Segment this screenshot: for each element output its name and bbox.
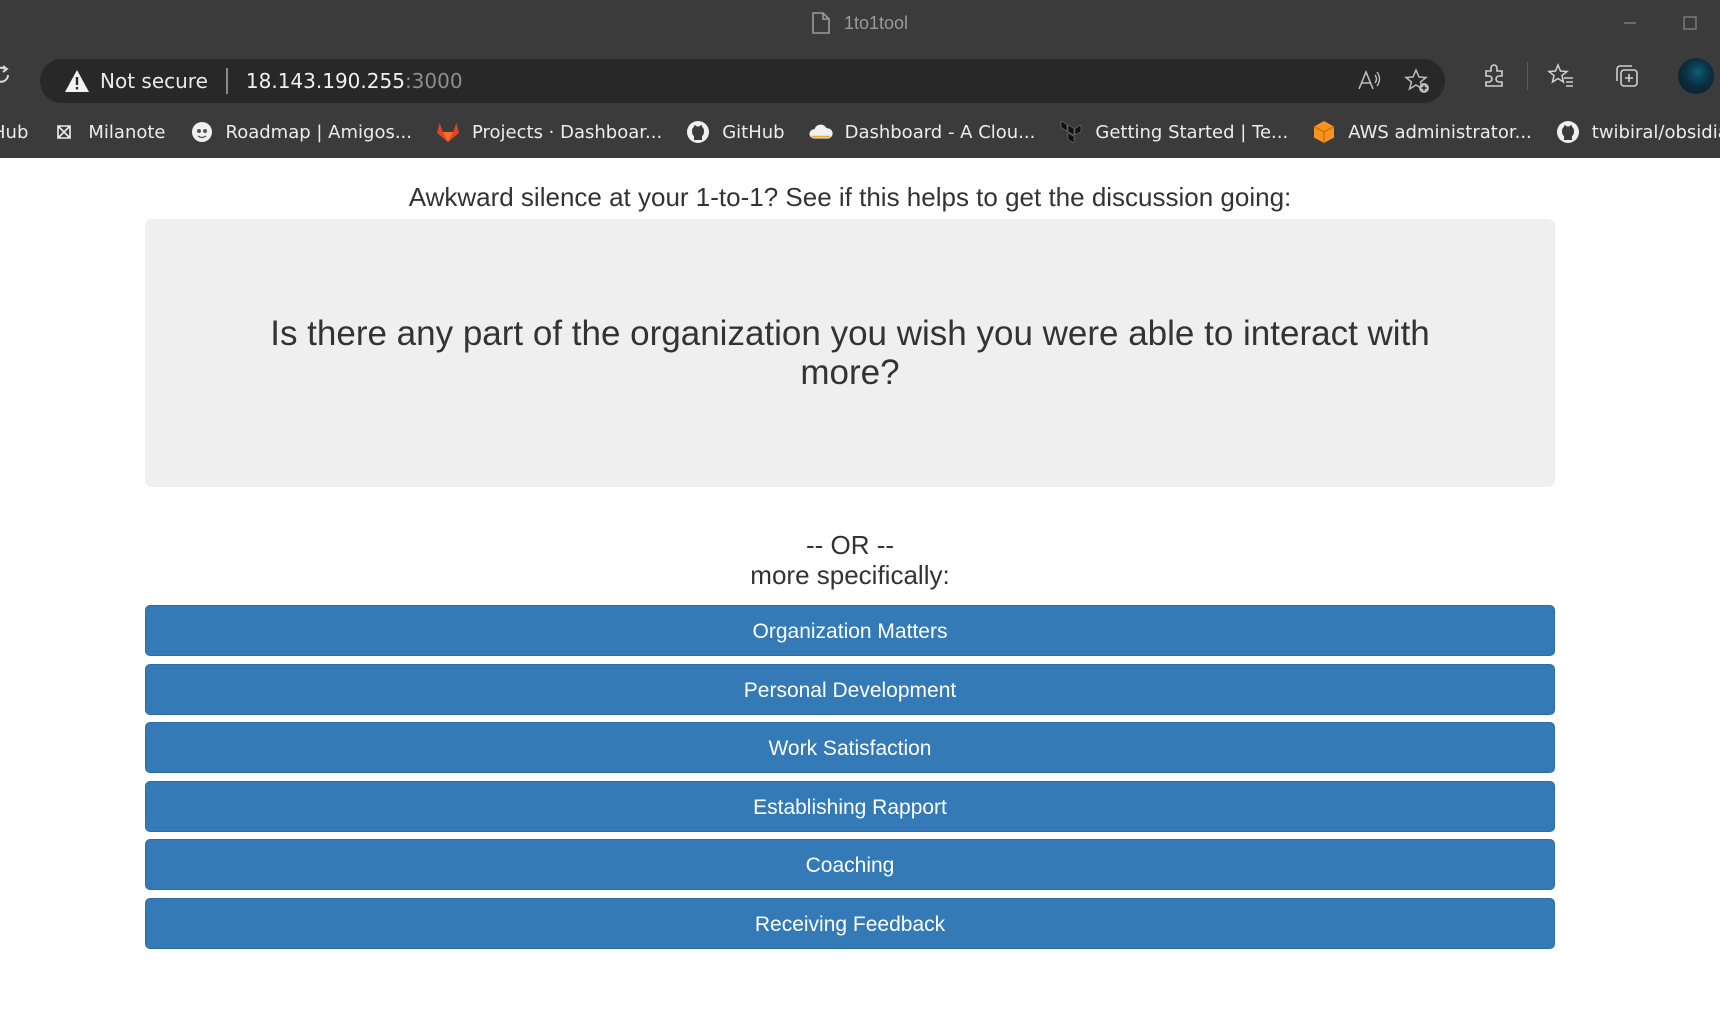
read-aloud-icon[interactable]	[1355, 67, 1383, 95]
bookmark-label: Dashboard - A Clou...	[844, 121, 1036, 143]
address-bar[interactable]: Not secure 18.143.190.255:3000	[40, 59, 1445, 103]
bookmark-gitlab-projects[interactable]: Projects · Dashboar...	[436, 120, 662, 144]
collections-button[interactable]	[1594, 62, 1660, 90]
security-label[interactable]: Not secure	[100, 69, 208, 93]
maximize-icon	[1683, 16, 1697, 30]
or-divider: -- OR -- more specifically:	[145, 530, 1555, 590]
extensions-button[interactable]	[1461, 62, 1527, 90]
browser-toolbar: Not secure 18.143.190.255:3000	[0, 46, 1720, 106]
minimize-icon	[1624, 22, 1636, 24]
category-button-organization-matters[interactable]: Organization Matters	[145, 605, 1555, 656]
page-content: Awkward silence at your 1-to-1? See if t…	[0, 158, 1720, 1021]
warning-icon[interactable]	[64, 69, 90, 93]
question-card: Is there any part of the organization yo…	[145, 219, 1555, 487]
profile-avatar[interactable]	[1678, 58, 1714, 94]
bookmark-label: Getting Started | Te...	[1095, 121, 1289, 143]
maximize-button[interactable]	[1660, 16, 1720, 30]
bookmark-label: AWS administrator...	[1348, 121, 1532, 143]
bookmark-hub[interactable]: Hub	[0, 122, 28, 143]
window-titlebar: 1to1tool	[0, 0, 1720, 46]
bookmark-github[interactable]: GitHub	[686, 120, 785, 144]
window-controls	[1600, 0, 1720, 46]
collections-icon	[1616, 65, 1638, 87]
github-icon	[1556, 120, 1580, 144]
url-host[interactable]: 18.143.190.255	[246, 69, 405, 93]
bookmarks-bar: Hub Milanote Roadmap | Amigos... Project…	[0, 106, 1720, 158]
category-list: Organization Matters Personal Developmen…	[145, 605, 1555, 957]
favorites-button[interactable]	[1528, 62, 1594, 90]
document-icon	[812, 12, 830, 34]
bookmark-aws[interactable]: AWS administrator...	[1312, 120, 1532, 144]
bookmark-label: Projects · Dashboar...	[472, 121, 663, 143]
toolbar-right	[1461, 46, 1720, 106]
intro-text: Awkward silence at your 1-to-1? See if t…	[408, 182, 1292, 212]
gitlab-icon	[436, 120, 460, 144]
terraform-icon	[1059, 120, 1083, 144]
specific-line: more specifically:	[750, 560, 950, 590]
amigos-icon	[190, 120, 214, 144]
github-icon	[686, 120, 710, 144]
or-line: -- OR --	[805, 530, 895, 560]
cloud-icon	[809, 120, 833, 144]
bookmark-label: Hub	[0, 121, 29, 143]
bookmark-label: twibiral/obsidian-ex...	[1591, 121, 1720, 143]
bookmark-label: Roadmap | Amigos...	[225, 121, 413, 143]
bookmark-label: GitHub	[722, 121, 785, 143]
address-separator	[225, 68, 228, 94]
question-text: Is there any part of the organization yo…	[270, 314, 1430, 392]
bookmark-roadmap-amigos[interactable]: Roadmap | Amigos...	[190, 120, 413, 144]
bookmark-milanote[interactable]: Milanote	[52, 120, 166, 144]
aws-icon	[1312, 120, 1336, 144]
minimize-button[interactable]	[1600, 16, 1660, 30]
favorites-icon	[1547, 63, 1573, 87]
add-favorite-icon[interactable]	[1403, 67, 1431, 95]
bookmark-terraform[interactable]: Getting Started | Te...	[1059, 120, 1288, 144]
milanote-icon	[52, 120, 76, 144]
category-button-establishing-rapport[interactable]: Establishing Rapport	[145, 780, 1555, 832]
category-button-coaching[interactable]: Coaching	[145, 839, 1555, 891]
category-button-personal-development[interactable]: Personal Development	[145, 663, 1555, 715]
reload-icon[interactable]	[0, 64, 12, 86]
category-button-work-satisfaction[interactable]: Work Satisfaction	[145, 722, 1555, 774]
category-button-receiving-feedback[interactable]: Receiving Feedback	[145, 897, 1555, 949]
bookmark-label: Milanote	[88, 121, 166, 143]
bookmark-obsidian-ex[interactable]: twibiral/obsidian-ex...	[1556, 120, 1720, 144]
extensions-icon	[1485, 64, 1503, 87]
bookmark-cloud-dashboard[interactable]: Dashboard - A Clou...	[809, 120, 1036, 144]
url-port[interactable]: :3000	[405, 69, 463, 93]
address-bar-actions	[1355, 59, 1431, 103]
window-title: 1to1tool	[843, 12, 909, 33]
